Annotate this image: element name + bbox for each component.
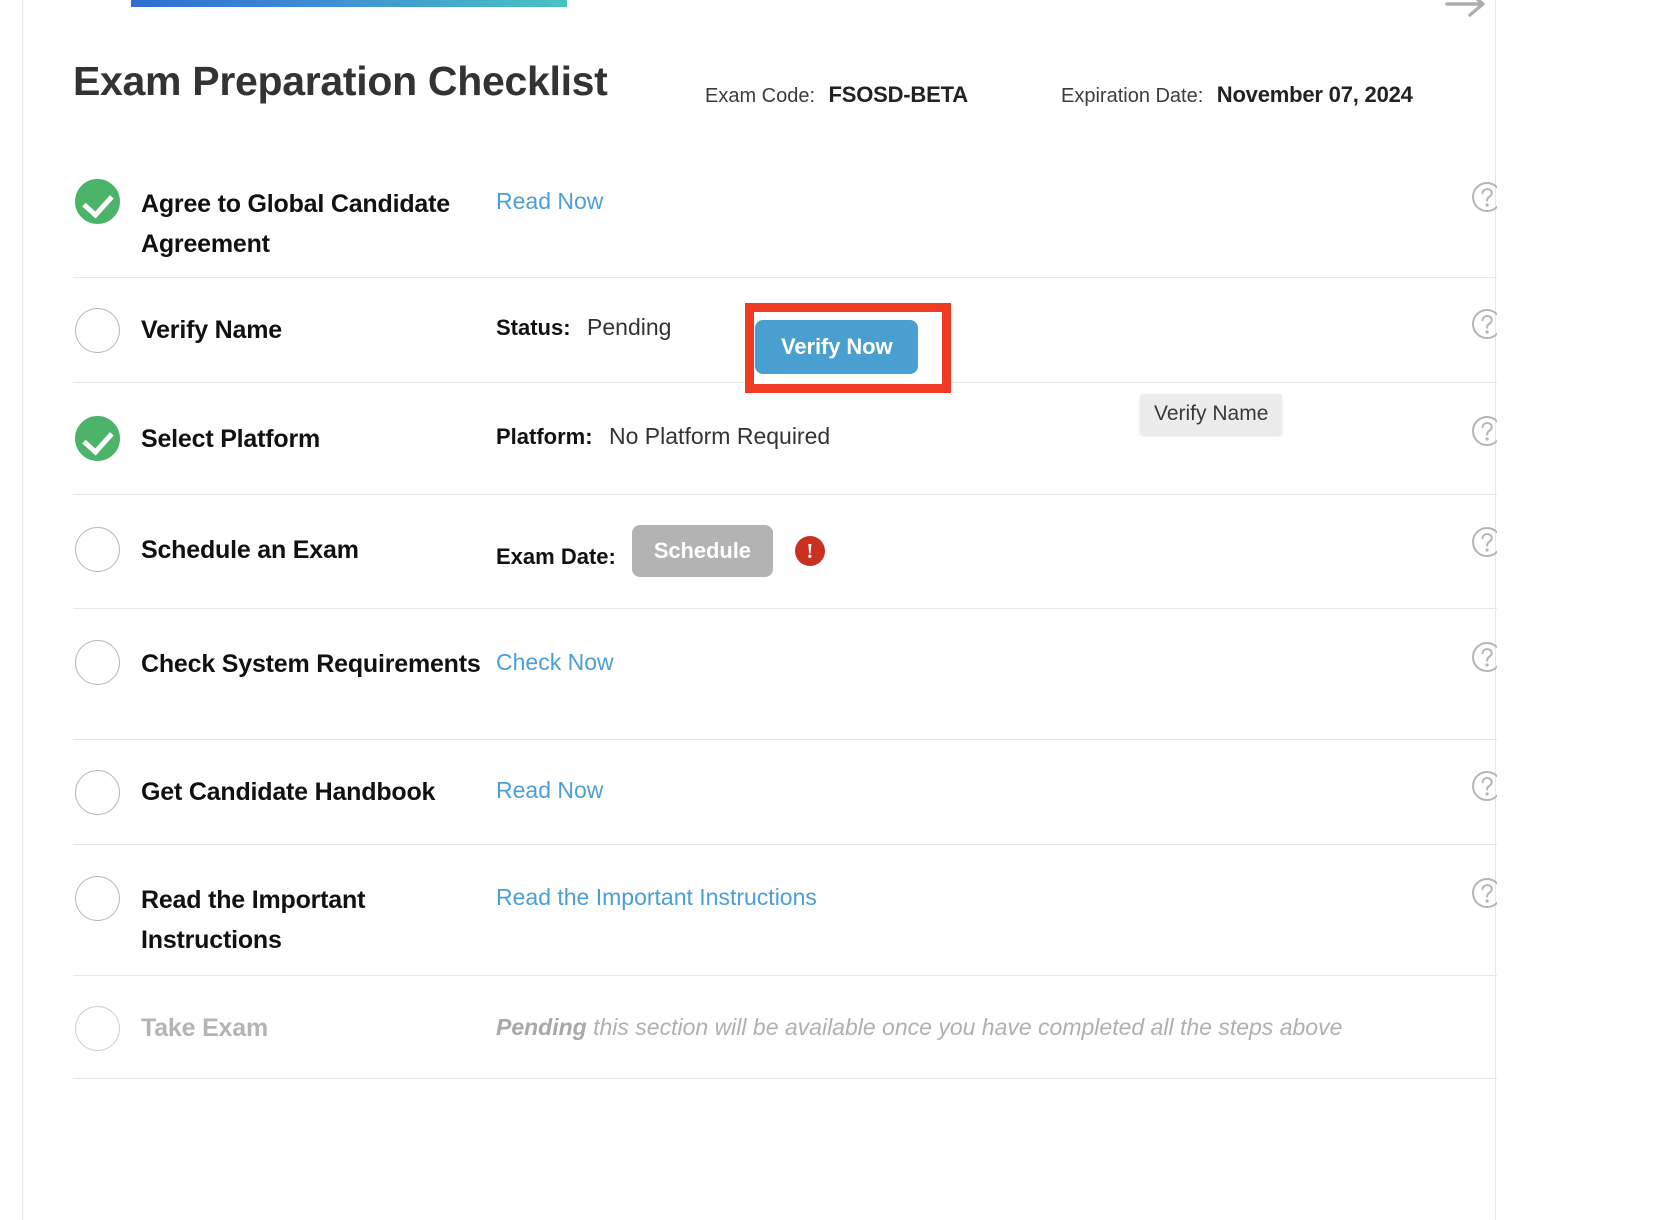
page-title: Exam Preparation Checklist bbox=[73, 58, 608, 104]
verify-name-tooltip: Verify Name bbox=[1140, 394, 1283, 435]
pending-description: this section will be available once you … bbox=[586, 1014, 1343, 1040]
status-check-icon bbox=[75, 179, 120, 224]
row-label: Agree to Global Candidate Agreement bbox=[141, 190, 450, 258]
schedule-button[interactable]: Schedule bbox=[631, 525, 773, 577]
status-empty-icon bbox=[75, 527, 120, 572]
status-empty-icon bbox=[75, 640, 120, 685]
verify-now-button[interactable]: Verify Now bbox=[755, 320, 919, 374]
row-label: Read the Important Instructions bbox=[141, 886, 366, 954]
checklist-row-agree-global-candidate-agreement: Agree to Global Candidate Agreement Read… bbox=[73, 148, 1503, 278]
warning-icon: ! bbox=[794, 536, 825, 566]
expiration-date-group: Expiration Date: November 07, 2024 bbox=[1061, 82, 1413, 108]
pending-label: Pending bbox=[496, 1014, 587, 1040]
status-empty-icon bbox=[75, 876, 120, 921]
status-label: Status: bbox=[496, 315, 571, 340]
exam-date-label: Exam Date: bbox=[496, 543, 616, 569]
exam-code-group: Exam Code: FSOSD-BETA bbox=[705, 82, 968, 108]
page-header: Exam Preparation Checklist Exam Code: FS… bbox=[73, 58, 1503, 122]
row-label: Select Platform bbox=[141, 425, 321, 453]
expiration-date-label: Expiration Date: bbox=[1061, 85, 1204, 107]
status-check-icon bbox=[75, 416, 120, 461]
checklist-row-take-exam: Take Exam Pending this section will be a… bbox=[73, 976, 1503, 1079]
row-label: Verify Name bbox=[141, 316, 282, 344]
row-label: Check System Requirements bbox=[141, 650, 481, 678]
expiration-date-value: November 07, 2024 bbox=[1216, 82, 1413, 107]
check-now-link[interactable]: Check Now bbox=[496, 649, 614, 675]
verify-now-button-wrapper: Verify Now bbox=[755, 320, 919, 374]
row-label: Take Exam bbox=[141, 1014, 268, 1042]
read-the-important-instructions-link[interactable]: Read the Important Instructions bbox=[496, 884, 817, 910]
status-empty-icon bbox=[75, 770, 120, 815]
checklist: Agree to Global Candidate Agreement Read… bbox=[73, 148, 1503, 1079]
checklist-row-select-platform: Select Platform Platform: No Platform Re… bbox=[73, 383, 1503, 495]
checklist-card: Exam Preparation Checklist Exam Code: FS… bbox=[22, 0, 1503, 1220]
row-label: Get Candidate Handbook bbox=[141, 778, 436, 806]
progress-gradient-bar bbox=[131, 0, 567, 7]
checklist-row-read-the-important-instructions: Read the Important Instructions Read the… bbox=[73, 845, 1503, 976]
platform-label: Platform: bbox=[496, 424, 593, 449]
status-empty-icon bbox=[75, 1006, 120, 1051]
page-right-gutter bbox=[1497, 0, 1660, 1220]
checklist-row-get-candidate-handbook: Get Candidate Handbook Read Now bbox=[73, 740, 1503, 845]
take-exam-pending-note: Pending this section will be available o… bbox=[496, 1014, 1342, 1040]
arrow-right-icon[interactable] bbox=[1437, 0, 1493, 36]
exam-preparation-page: Exam Preparation Checklist Exam Code: FS… bbox=[0, 0, 1660, 1220]
checklist-row-schedule-an-exam: Schedule an Exam Exam Date: Schedule ! bbox=[73, 495, 1503, 609]
read-now-link[interactable]: Read Now bbox=[496, 188, 603, 214]
exam-code-label: Exam Code: bbox=[705, 85, 816, 107]
checklist-row-check-system-requirements: Check System Requirements Check Now bbox=[73, 609, 1503, 740]
status-empty-icon bbox=[75, 308, 120, 353]
exam-code-value: FSOSD-BETA bbox=[828, 82, 969, 107]
row-label: Schedule an Exam bbox=[141, 536, 359, 564]
status-value: Pending bbox=[587, 314, 672, 340]
read-now-link[interactable]: Read Now bbox=[496, 777, 603, 803]
platform-value: No Platform Required bbox=[609, 423, 831, 449]
